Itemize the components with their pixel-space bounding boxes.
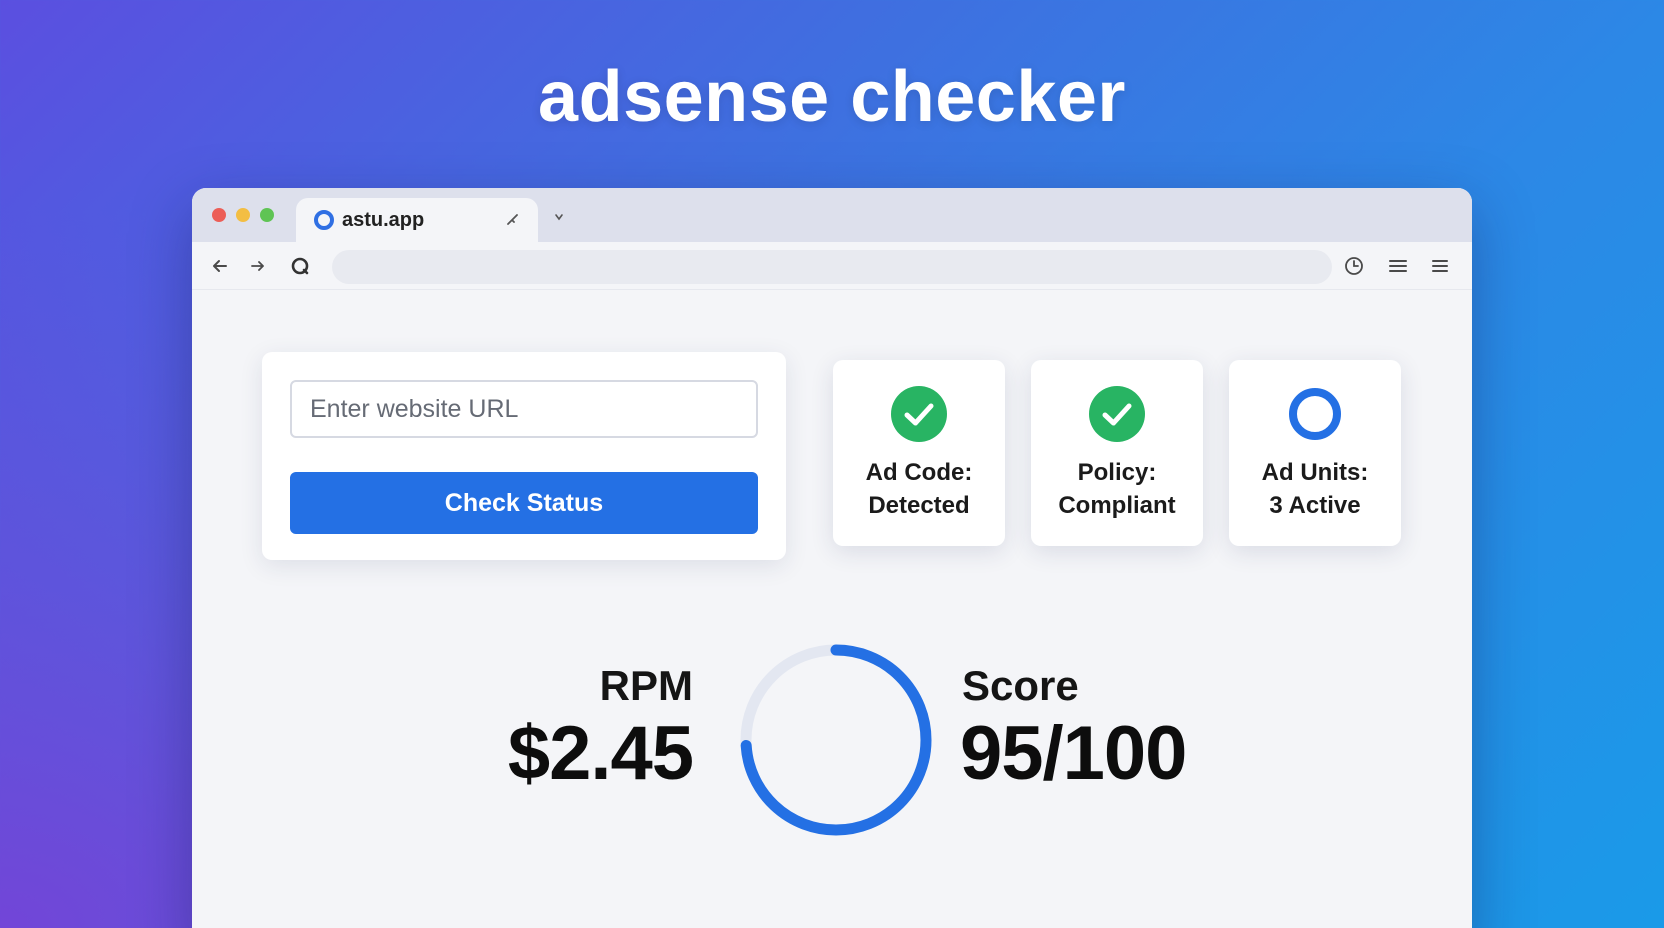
new-tab-icon[interactable] xyxy=(548,206,570,228)
back-arrow-icon[interactable] xyxy=(208,254,232,278)
score-progress-ring xyxy=(740,644,932,836)
url-check-card: Check Status xyxy=(262,352,786,560)
status-card-ad-code: Ad Code: Detected xyxy=(833,360,1005,546)
status-label: Ad Code: Detected xyxy=(865,459,973,519)
check-circle-icon xyxy=(891,386,947,442)
score-label: Score xyxy=(962,662,1079,709)
page-content: Check Status Ad Code: Detected Policy: C… xyxy=(192,290,1472,928)
tab-astu-app[interactable]: astu.app xyxy=(296,198,538,242)
minimize-window-button[interactable] xyxy=(236,208,250,222)
history-clock-icon[interactable] xyxy=(1342,254,1366,278)
window-controls xyxy=(212,208,274,222)
address-bar[interactable] xyxy=(332,250,1332,284)
rpm-label: RPM xyxy=(599,662,693,709)
status-label: Policy: Compliant xyxy=(1058,459,1176,519)
close-window-button[interactable] xyxy=(212,208,226,222)
status-card-policy: Policy: Compliant xyxy=(1031,360,1203,546)
status-card-ad-units: Ad Units: 3 Active xyxy=(1229,360,1401,546)
tab-title: astu.app xyxy=(342,208,425,231)
status-label: Ad Units: 3 Active xyxy=(1261,459,1369,519)
browser-toolbar xyxy=(192,242,1472,290)
rpm-value: $2.45 xyxy=(507,711,694,796)
reload-icon[interactable] xyxy=(288,254,312,278)
pin-icon[interactable] xyxy=(502,209,524,231)
score-value: 95/100 xyxy=(960,711,1187,796)
website-url-input[interactable] xyxy=(290,380,758,438)
hero-title: adsense checker xyxy=(538,57,1126,137)
check-status-button[interactable]: Check Status xyxy=(290,472,758,534)
forward-arrow-icon[interactable] xyxy=(246,254,270,278)
ring-icon xyxy=(1289,388,1341,440)
menu-hamburger-icon[interactable] xyxy=(1428,254,1452,278)
favicon-icon xyxy=(314,210,334,230)
reader-list-icon[interactable] xyxy=(1386,254,1410,278)
maximize-window-button[interactable] xyxy=(260,208,274,222)
tab-bar: astu.app xyxy=(192,188,1472,242)
check-circle-icon xyxy=(1089,386,1145,442)
browser-window: astu.app Check S xyxy=(192,188,1472,928)
